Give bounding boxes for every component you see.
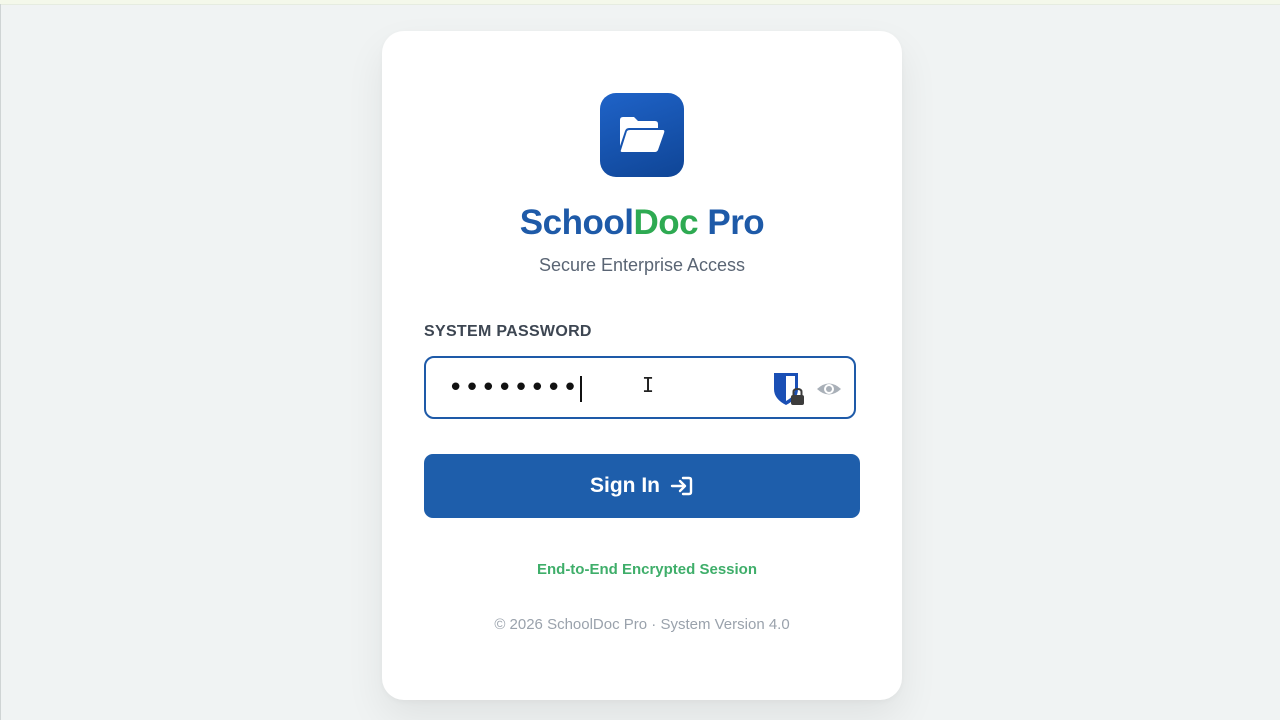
folder-open-icon [620,117,665,152]
password-label: SYSTEM PASSWORD [424,323,592,340]
app-title-part-pro: Pro [707,203,765,242]
eye-icon[interactable] [816,378,842,400]
bitwarden-shield-icon[interactable] [772,371,806,407]
footer-copyright: © 2026 SchoolDoc Pro · System Version 4.… [494,616,790,633]
text-caret [579,375,582,402]
sign-in-label: Sign In [590,474,660,497]
app-logo [600,93,684,177]
top-strip [0,0,1280,5]
left-edge [0,4,1,720]
password-value: •••••••• [448,370,582,406]
app-title: SchoolDoc Pro [382,201,902,245]
sign-in-arrow-icon [670,475,694,497]
app-title-part-school: School [519,203,634,242]
login-card: SchoolDoc Pro Secure Enterprise Access S… [382,31,902,700]
sign-in-button[interactable]: Sign In [424,454,860,518]
password-input[interactable]: •••••••• I [424,356,856,419]
app-subtitle: Secure Enterprise Access [538,255,746,275]
ibeam-cursor-icon: I [642,373,655,397]
app-title-part-doc: Doc [633,203,699,242]
password-dots: •••••••• [448,373,579,403]
encryption-note: End-to-End Encrypted Session [536,561,758,578]
